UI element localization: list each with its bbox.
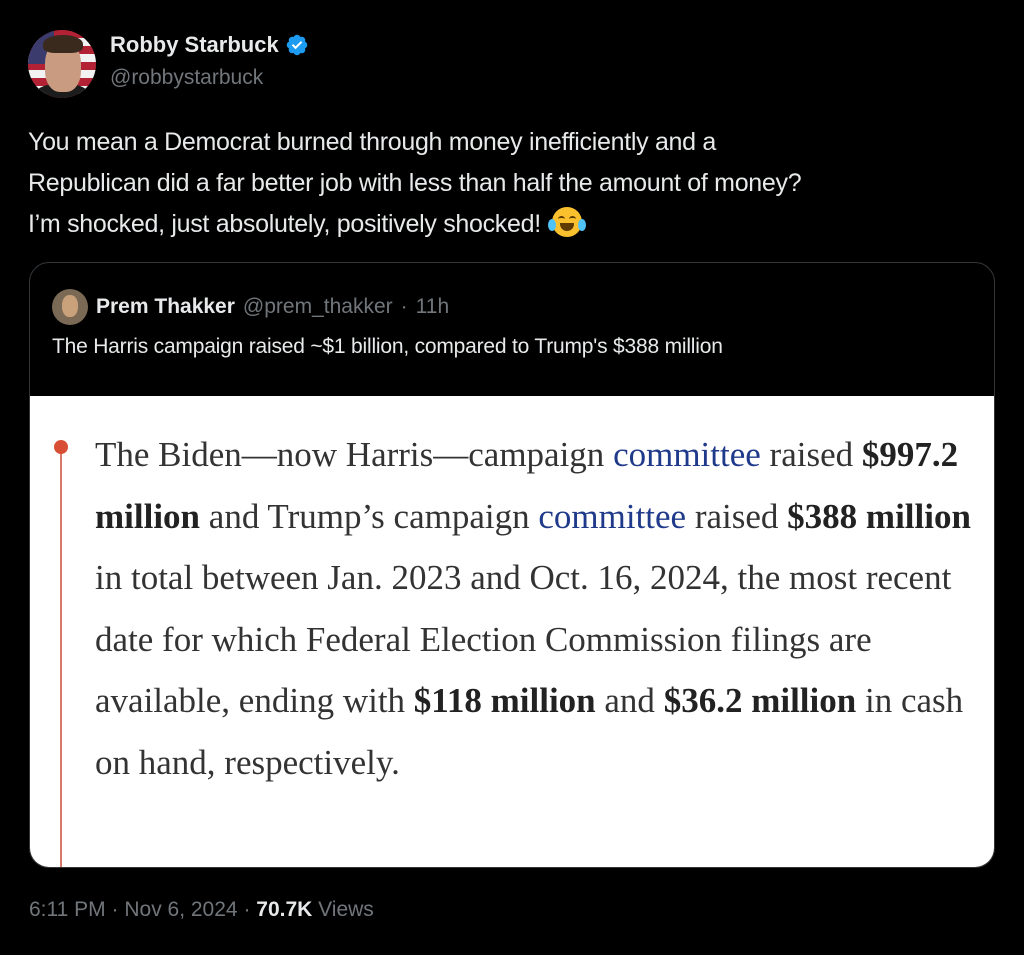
tweet-text: You mean a Democrat burned through money… xyxy=(28,122,1008,245)
quoted-tweet-text: The Harris campaign raised ~$1 billion, … xyxy=(52,335,723,358)
meta-separator-2: · xyxy=(243,898,251,921)
tweet-line-2: Republican did a far better job with les… xyxy=(28,169,802,197)
article-link-committee-1[interactable]: committee xyxy=(613,435,761,474)
quoted-author-handle[interactable]: @prem_thakker xyxy=(243,295,393,319)
article-bold-2: $388 million xyxy=(787,496,971,536)
article-bullet-dot xyxy=(54,440,68,454)
quoted-author-name[interactable]: Prem Thakker xyxy=(96,295,235,319)
tweet-date[interactable]: Nov 6, 2024 xyxy=(124,898,237,921)
quoted-author-avatar[interactable] xyxy=(52,289,88,325)
article-paragraph: The Biden—now Harris—campaign committee … xyxy=(95,424,975,793)
quoted-tweet-header: Prem Thakker @prem_thakker · 11h xyxy=(52,289,449,325)
article-text-2: raised xyxy=(760,435,862,474)
meta-separator-1: · xyxy=(111,898,119,921)
tweet-metadata: 6:11 PM · Nov 6, 2024 · 70.7K Views xyxy=(29,898,374,922)
article-bold-4: $36.2 million xyxy=(663,681,857,720)
article-left-rule xyxy=(60,448,62,867)
article-text-4: raised xyxy=(686,496,788,536)
tweet-line-3: I’m shocked, just absolutely, positively… xyxy=(28,204,1008,245)
views-label: Views xyxy=(318,898,374,921)
author-handle[interactable]: @robbystarbuck xyxy=(110,66,263,90)
tweet-line-1: You mean a Democrat burned through money… xyxy=(28,128,717,156)
author-name[interactable]: Robby Starbuck xyxy=(110,32,309,58)
author-name-text[interactable]: Robby Starbuck xyxy=(110,32,279,58)
verified-badge-icon xyxy=(286,34,307,56)
quoted-article-image[interactable]: The Biden—now Harris—campaign committee … xyxy=(30,396,994,867)
article-text-1: The Biden—now Harris—campaign xyxy=(95,435,614,474)
tweet-line-3-text: I’m shocked, just absolutely, positively… xyxy=(28,210,541,238)
quoted-tweet-card[interactable]: Prem Thakker @prem_thakker · 11h The Har… xyxy=(29,262,995,868)
laughing-tears-emoji-icon xyxy=(547,207,586,237)
author-avatar[interactable] xyxy=(28,30,96,98)
article-link-committee-2[interactable]: committee xyxy=(538,497,686,536)
quoted-age[interactable]: 11h xyxy=(416,295,449,319)
views-count: 70.7K xyxy=(256,898,313,921)
quoted-separator: · xyxy=(400,295,408,318)
avatar-hair xyxy=(43,35,83,53)
tweet-time[interactable]: 6:11 PM xyxy=(29,898,106,921)
article-text-3: and Trump’s campaign xyxy=(200,496,539,536)
article-text-6: and xyxy=(595,681,664,720)
article-bold-3: $118 million xyxy=(413,681,596,720)
